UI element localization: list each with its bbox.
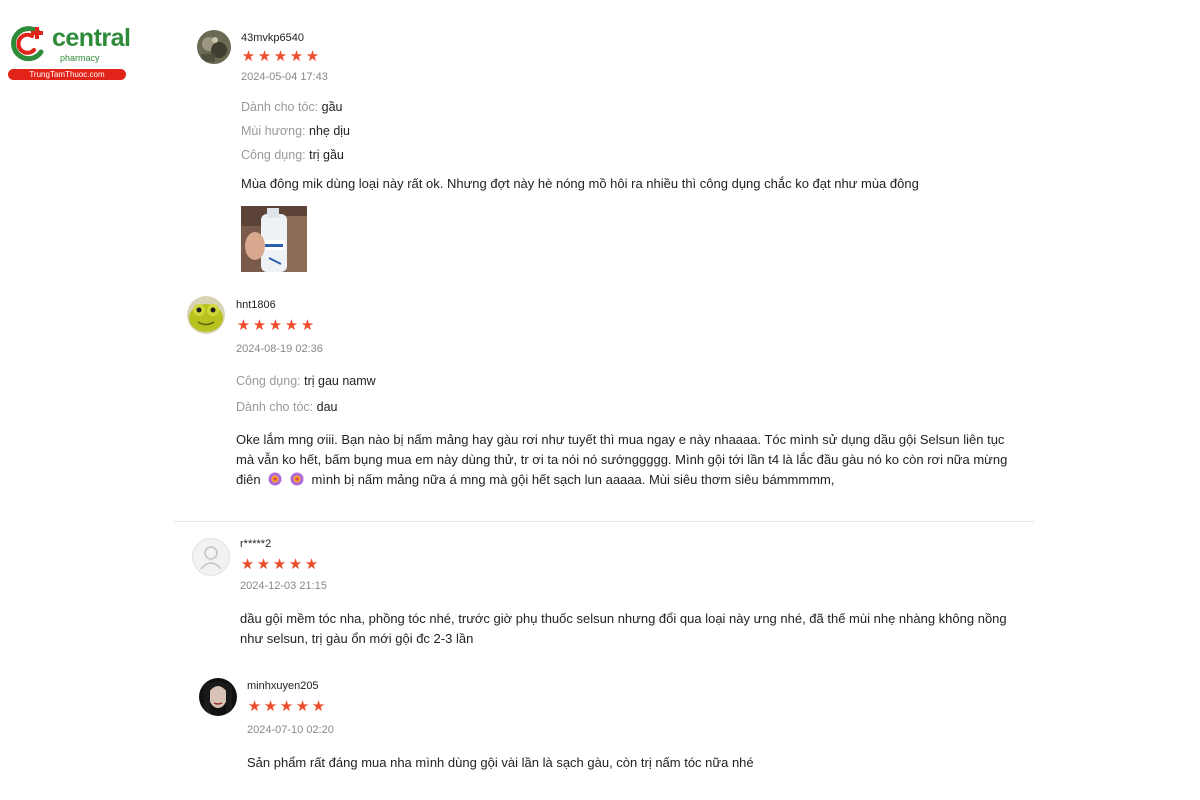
attribute-value: gầu bbox=[321, 100, 343, 114]
product-photo-icon bbox=[241, 206, 307, 272]
review-photo[interactable] bbox=[241, 206, 307, 272]
logo-site-text: TrungTamThuoc.com bbox=[8, 69, 126, 80]
emoji-icon bbox=[268, 472, 282, 486]
attribute-label: Mùi hương: bbox=[241, 124, 306, 138]
attribute-value: nhẹ dịu bbox=[309, 124, 351, 138]
avatar-frog-icon bbox=[187, 296, 225, 334]
review-comment: Oke lắm mng ơiii. Bạn nào bị nấm mảng ha… bbox=[236, 430, 1096, 492]
attribute-label: Dành cho tóc: bbox=[241, 100, 319, 114]
star-icon: ★ bbox=[247, 698, 262, 715]
comment-line: điên mình bị nấm mảng nữa á mng mà gội h… bbox=[236, 470, 1096, 490]
star-icon: ★ bbox=[279, 698, 294, 715]
comment-line-cut bbox=[236, 490, 1096, 492]
rating-stars: ★ ★ ★ ★ ★ bbox=[240, 557, 319, 572]
attribute-value: trị gau namw bbox=[304, 374, 376, 388]
review-comment: dầu gội mềm tóc nha, phồng tóc nhé, trướ… bbox=[240, 609, 1100, 649]
attribute-label: Công dụng: bbox=[241, 148, 306, 162]
star-icon: ★ bbox=[311, 698, 326, 715]
attribute-value: trị gầu bbox=[309, 148, 344, 162]
rating-stars: ★ ★ ★ ★ ★ bbox=[236, 318, 315, 333]
review-username: 43mvkp6540 bbox=[241, 32, 304, 44]
logo-sub-text: pharmacy bbox=[60, 53, 100, 63]
attribute-value: dau bbox=[316, 400, 338, 414]
avatar-portrait-icon bbox=[199, 678, 237, 716]
star-icon: ★ bbox=[305, 48, 320, 65]
star-icon: ★ bbox=[272, 556, 287, 573]
review-date: 2024-08-19 02:36 bbox=[236, 343, 323, 355]
review-comment: Mùa đông mik dùng loại này rất ok. Nhưng… bbox=[241, 176, 919, 191]
emoji-icon bbox=[290, 472, 304, 486]
user-avatar[interactable] bbox=[197, 30, 231, 64]
star-icon: ★ bbox=[256, 556, 271, 573]
review-username: r*****2 bbox=[240, 538, 272, 550]
user-avatar[interactable] bbox=[187, 296, 225, 334]
star-icon: ★ bbox=[236, 317, 251, 334]
star-icon: ★ bbox=[240, 556, 255, 573]
review-attribute: Mùi hương: nhẹ dịu bbox=[241, 124, 350, 138]
section-divider bbox=[174, 521, 1034, 522]
logo-brand-text: central bbox=[52, 24, 131, 52]
review-date: 2024-12-03 21:15 bbox=[240, 580, 327, 592]
logo-mark-icon bbox=[11, 26, 44, 62]
review-date: 2024-07-10 02:20 bbox=[247, 724, 334, 736]
review-attribute: Công dụng: trị gầu bbox=[241, 148, 344, 162]
star-icon: ★ bbox=[300, 317, 315, 334]
review-attribute: Dành cho tóc: gầu bbox=[241, 100, 342, 114]
review-attribute: Công dụng: trị gau namw bbox=[236, 374, 376, 388]
star-icon: ★ bbox=[268, 317, 283, 334]
avatar-photo-icon bbox=[197, 30, 231, 64]
default-user-icon bbox=[200, 546, 222, 570]
comment-line: dầu gội mềm tóc nha, phồng tóc nhé, trướ… bbox=[240, 611, 1007, 626]
star-icon: ★ bbox=[289, 48, 304, 65]
review-date: 2024-05-04 17:43 bbox=[241, 71, 328, 83]
review-attribute: Dành cho tóc: dau bbox=[236, 400, 337, 414]
star-icon: ★ bbox=[273, 48, 288, 65]
review-username: hnt1806 bbox=[236, 299, 276, 311]
user-avatar[interactable] bbox=[192, 538, 230, 576]
user-avatar[interactable] bbox=[199, 678, 237, 716]
attribute-label: Công dụng: bbox=[236, 374, 301, 388]
rating-stars: ★ ★ ★ ★ ★ bbox=[247, 699, 326, 714]
rating-stars: ★ ★ ★ ★ ★ bbox=[241, 49, 320, 64]
comment-text: mình bị nấm mảng nữa á mng mà gội hết sạ… bbox=[311, 472, 835, 487]
star-icon: ★ bbox=[257, 48, 272, 65]
comment-line: Oke lắm mng ơiii. Bạn nào bị nấm mảng ha… bbox=[236, 432, 1005, 447]
star-icon: ★ bbox=[241, 48, 256, 65]
central-pharmacy-logo[interactable]: central pharmacy TrungTamThuoc.com bbox=[8, 22, 131, 82]
comment-text: điên bbox=[236, 472, 261, 487]
star-icon: ★ bbox=[284, 317, 299, 334]
review-username: minhxuyen205 bbox=[247, 680, 319, 692]
star-icon: ★ bbox=[295, 698, 310, 715]
review-page: central pharmacy TrungTamThuoc.com 43mvk… bbox=[0, 0, 1200, 800]
star-icon: ★ bbox=[304, 556, 319, 573]
review-comment: Sản phẩm rất đáng mua nha mình dùng gội … bbox=[247, 755, 754, 770]
comment-line: như selsun, trị gàu ổn mới gội đc 2-3 lầ… bbox=[240, 631, 474, 646]
comment-line: mà vẫn ko hết, bấm bụng mua em này dùng … bbox=[236, 452, 1008, 467]
attribute-label: Dành cho tóc: bbox=[236, 400, 314, 414]
star-icon: ★ bbox=[288, 556, 303, 573]
star-icon: ★ bbox=[263, 698, 278, 715]
star-icon: ★ bbox=[252, 317, 267, 334]
